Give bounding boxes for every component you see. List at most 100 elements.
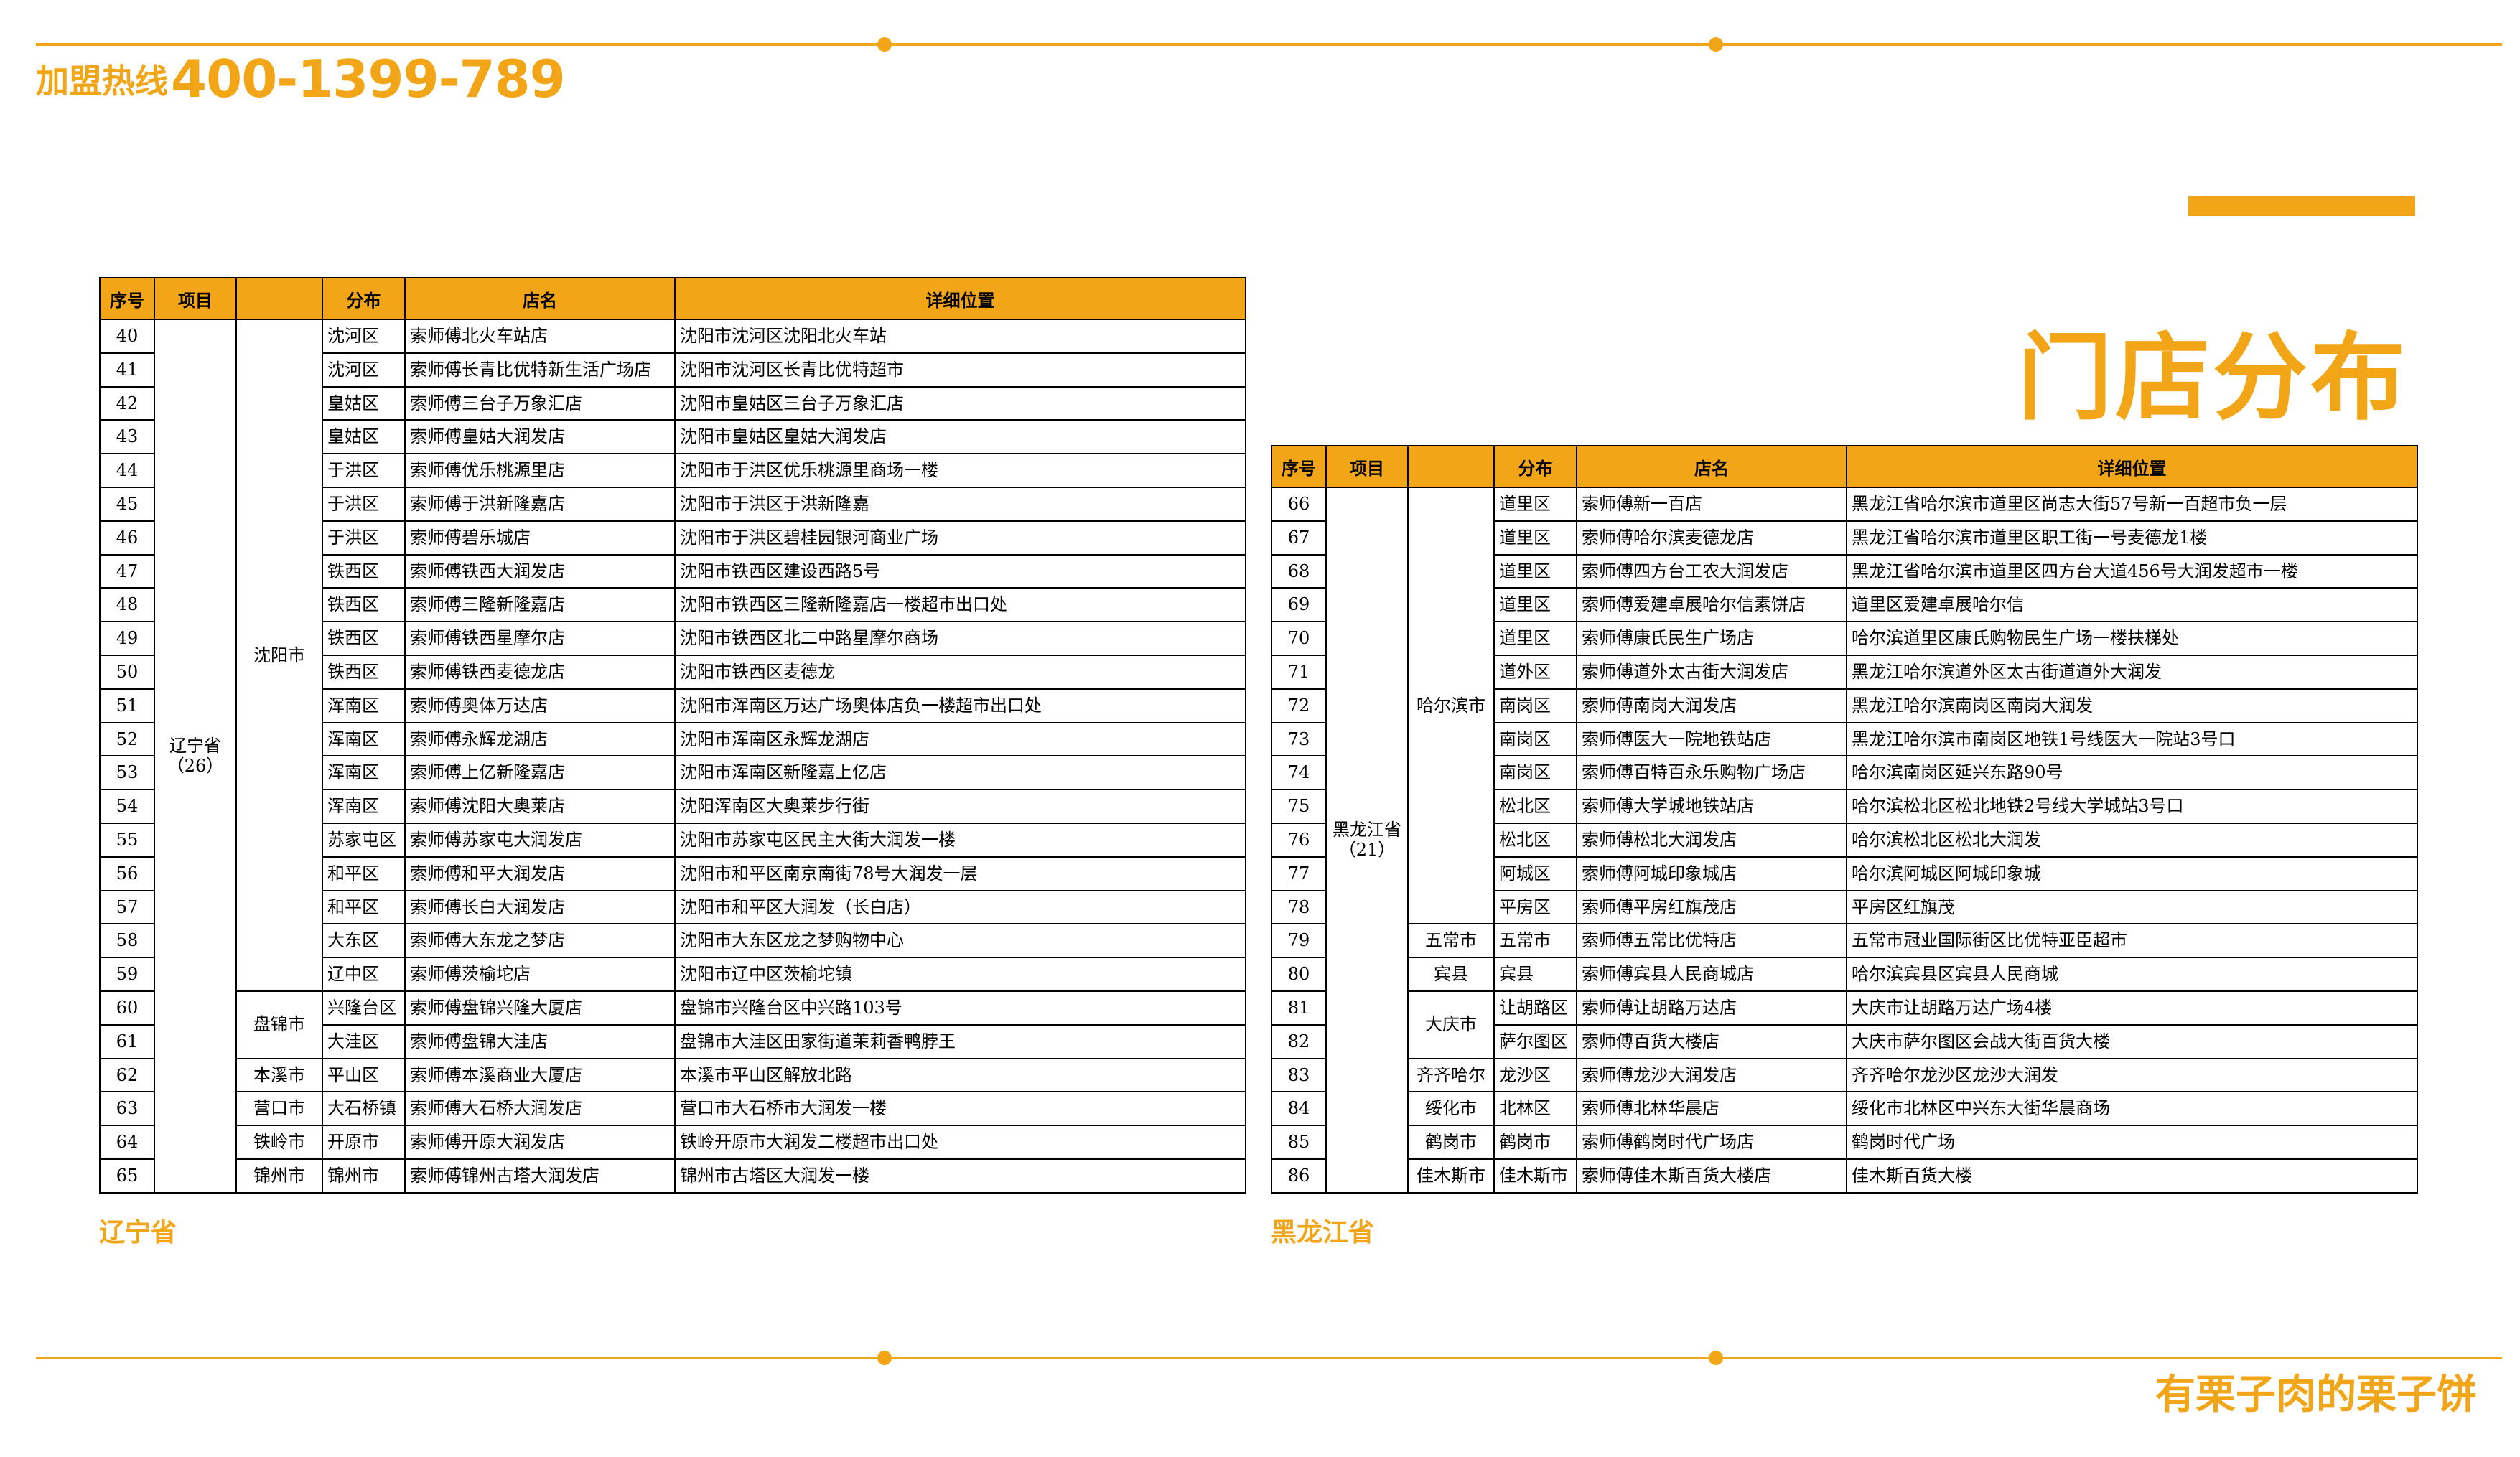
store-name-cell: 索师傅铁西麦德龙店	[404, 654, 676, 690]
district-cell: 松北区	[1493, 789, 1577, 824]
row-number: 82	[1271, 1023, 1327, 1059]
city-cell: 哈尔滨市	[1407, 486, 1495, 925]
province-cell: 黑龙江省 （21）	[1325, 487, 1409, 1194]
district-cell: 阿城区	[1493, 856, 1577, 891]
store-name-cell: 索师傅本溪商业大厦店	[404, 1057, 676, 1093]
address-cell: 沈阳市和平区南京南街78号大润发一层	[674, 856, 1246, 891]
row-number: 51	[99, 688, 155, 723]
row-number: 67	[1271, 520, 1327, 556]
store-name-cell: 索师傅大石桥大润发店	[404, 1091, 676, 1127]
district-cell: 南岗区	[1493, 755, 1577, 791]
address-cell: 黑龙江哈尔滨道外区太古街道道外大润发	[1846, 654, 2418, 690]
row-number: 60	[99, 990, 155, 1026]
table-row: 79 五常市 五常市 索师傅五常比优特店 五常市冠业国际街区比优特亚臣超市	[1271, 923, 2418, 959]
address-cell: 黑龙江哈尔滨南岗区南岗大润发	[1846, 688, 2418, 723]
district-cell: 平山区	[322, 1057, 406, 1093]
district-cell: 平房区	[1493, 889, 1577, 925]
row-number: 58	[99, 923, 155, 959]
store-name-cell: 索师傅佳木斯百货大楼店	[1576, 1158, 1847, 1194]
district-cell: 萨尔图区	[1493, 1023, 1577, 1059]
row-number: 69	[1271, 587, 1327, 623]
row-number: 55	[99, 822, 155, 858]
address-cell: 本溪市平山区解放北路	[674, 1057, 1246, 1093]
hotline-label: 加盟热线	[36, 62, 168, 100]
store-name-cell: 索师傅新一百店	[1576, 487, 1847, 522]
table-row: 83 齐齐哈尔 龙沙区 索师傅龙沙大润发店 齐齐哈尔龙沙区龙沙大润发	[1271, 1057, 2418, 1093]
bottom-divider-dot	[877, 1351, 892, 1365]
address-cell: 大庆市让胡路万达广场4楼	[1846, 990, 2418, 1026]
column-header: 序号	[99, 277, 155, 320]
province-count: （26）	[167, 756, 224, 777]
table-row: 64 铁岭市 开原市 索师傅开原大润发店 铁岭开原市大润发二楼超市出口处	[99, 1125, 1246, 1160]
store-name-cell: 索师傅碧乐城店	[404, 520, 676, 556]
store-name-cell: 索师傅五常比优特店	[1576, 923, 1847, 959]
address-cell: 哈尔滨松北区松北地铁2号线大学城站3号口	[1846, 789, 2418, 824]
row-number: 56	[99, 856, 155, 891]
row-number: 54	[99, 789, 155, 824]
district-cell: 五常市	[1493, 923, 1577, 959]
store-name-cell: 索师傅宾县人民商城店	[1576, 957, 1847, 992]
row-number: 65	[99, 1158, 155, 1194]
row-number: 73	[1271, 721, 1327, 757]
address-cell: 盘锦市大洼区田家街道茉莉香鸭脖王	[674, 1023, 1246, 1059]
province-name: 黑龙江省	[1333, 819, 1401, 840]
column-header: 详细位置	[1846, 445, 2418, 488]
address-cell: 沈阳市铁西区建设西路5号	[674, 553, 1246, 589]
district-cell: 道外区	[1493, 654, 1577, 690]
district-cell: 和平区	[322, 856, 406, 891]
brand-slogan: 有栗子肉的栗子饼	[2155, 1372, 2477, 1418]
row-number: 50	[99, 654, 155, 690]
store-name-cell: 索师傅哈尔滨麦德龙店	[1576, 520, 1847, 556]
row-number: 62	[99, 1057, 155, 1093]
district-cell: 于洪区	[322, 486, 406, 522]
column-header: 店名	[1576, 445, 1847, 488]
district-cell: 松北区	[1493, 822, 1577, 858]
row-number: 45	[99, 486, 155, 522]
district-cell: 道里区	[1493, 520, 1577, 556]
district-cell: 道里区	[1493, 553, 1577, 589]
row-number: 78	[1271, 889, 1327, 925]
store-name-cell: 索师傅苏家屯大润发店	[404, 822, 676, 858]
district-cell: 让胡路区	[1493, 990, 1577, 1026]
store-name-cell: 索师傅大学城地铁站店	[1576, 789, 1847, 824]
store-name-cell: 索师傅长白大润发店	[404, 889, 676, 925]
row-number: 44	[99, 453, 155, 488]
address-cell: 沈阳市浑南区万达广场奥体店负一楼超市出口处	[674, 688, 1246, 723]
district-cell: 于洪区	[322, 520, 406, 556]
address-cell: 锦州市古塔区大润发一楼	[674, 1158, 1246, 1194]
address-cell: 黑龙江哈尔滨市南岗区地铁1号线医大一院站3号口	[1846, 721, 2418, 757]
page-title: 门店分布	[2017, 323, 2408, 434]
store-name-cell: 索师傅松北大润发店	[1576, 822, 1847, 858]
title-accent-bar	[2188, 196, 2415, 216]
row-number: 61	[99, 1023, 155, 1059]
column-header: 分布	[322, 277, 406, 320]
row-number: 72	[1271, 688, 1327, 723]
store-name-cell: 索师傅百货大楼店	[1576, 1023, 1847, 1059]
city-cell: 宾县	[1407, 957, 1495, 992]
city-cell: 沈阳市	[235, 319, 323, 992]
address-cell: 黑龙江省哈尔滨市道里区职工街一号麦德龙1楼	[1846, 520, 2418, 556]
address-cell: 沈阳浑南区大奥莱步行街	[674, 789, 1246, 824]
address-cell: 哈尔滨道里区康氏购物民生广场一楼扶梯处	[1846, 621, 2418, 656]
province-label-heilongjiang: 黑龙江省	[1271, 1218, 1375, 1247]
district-cell: 大东区	[322, 923, 406, 959]
address-cell: 大庆市萨尔图区会战大街百货大楼	[1846, 1023, 2418, 1059]
store-name-cell: 索师傅让胡路万达店	[1576, 990, 1847, 1026]
row-number: 43	[99, 419, 155, 455]
row-number: 75	[1271, 789, 1327, 824]
address-cell: 沈阳市铁西区北二中路星摩尔商场	[674, 621, 1246, 656]
district-cell: 铁西区	[322, 553, 406, 589]
province-count: （21）	[1338, 840, 1396, 861]
store-name-cell: 索师傅三隆新隆嘉店	[404, 587, 676, 623]
address-cell: 沈阳市浑南区永辉龙湖店	[674, 721, 1246, 757]
address-cell: 五常市冠业国际街区比优特亚臣超市	[1846, 923, 2418, 959]
district-cell: 沈河区	[322, 352, 406, 388]
address-cell: 沈阳市大东区龙之梦购物中心	[674, 923, 1246, 959]
city-cell: 五常市	[1407, 923, 1495, 959]
row-number: 77	[1271, 856, 1327, 891]
district-cell: 辽中区	[322, 957, 406, 992]
store-name-cell: 索师傅道外太古街大润发店	[1576, 654, 1847, 690]
district-cell: 沈河区	[322, 319, 406, 354]
table-row: 80 宾县 宾县 索师傅宾县人民商城店 哈尔滨宾县区宾县人民商城	[1271, 957, 2418, 992]
table-header-row: 序号 项目 分布 店名 详细位置	[99, 277, 1246, 320]
